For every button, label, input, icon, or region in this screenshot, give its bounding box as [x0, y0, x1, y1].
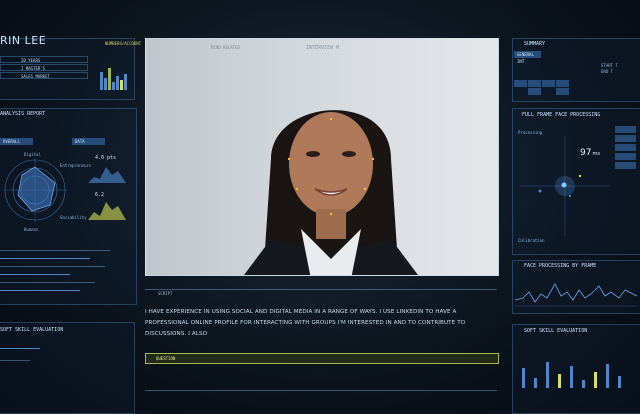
summary-title: SUMMARY	[524, 41, 546, 47]
script-divider	[145, 289, 497, 290]
soft-skill-left-line	[0, 360, 30, 361]
metric-value: 6.2	[95, 192, 105, 198]
face-processing-title: FULL FRAME FACE PROCESSING	[522, 112, 601, 118]
soft-skill-bars	[520, 348, 630, 388]
metric-area-chart	[88, 167, 126, 183]
video-header-left: MIND RELATED	[211, 45, 240, 50]
face-scatter-plot	[520, 136, 610, 236]
transcript-text: I HAVE EXPERIENCE IN USING SOCIAL AND DI…	[145, 309, 466, 337]
profile-list-item[interactable]: I MASTER'S	[0, 64, 88, 71]
frame-processing-title: FACE PROCESSING BY FRAME	[524, 263, 597, 269]
progress-rows	[0, 248, 130, 303]
analysis-tab-overall[interactable]: OVERALL	[0, 138, 33, 145]
question-label: QUESTION	[156, 356, 176, 361]
metric-value: 4.0 pts	[95, 155, 117, 161]
summary-end: END T	[601, 69, 614, 74]
interview-video-feed[interactable]: MIND RELATED INTERVIEW M	[145, 38, 499, 276]
face-processing-top: Processing	[518, 130, 543, 135]
radar-label: Humans	[24, 227, 39, 232]
question-bar[interactable]: QUESTION	[145, 353, 499, 364]
candidate-tag: NUMBERS/ACCOUNT	[105, 41, 142, 46]
video-header-center: INTERVIEW M	[306, 45, 340, 51]
soft-skill-right-title: SOFT SKILL EVALUATION	[524, 328, 588, 334]
profile-histogram	[100, 65, 132, 90]
summary-start: START T	[601, 63, 618, 68]
script-label: SCRIPT	[158, 291, 173, 296]
soft-skill-left-panel	[0, 322, 135, 414]
candidate-name: RIN LEE	[0, 34, 47, 47]
soft-skill-left-line	[0, 348, 40, 349]
summary-badge[interactable]: GENERAL INT	[514, 51, 541, 64]
radar-label: Sociability	[60, 215, 87, 220]
bottom-divider	[145, 390, 497, 391]
frame-processing-waveform	[515, 283, 637, 307]
analysis-tab-data[interactable]: DATA	[72, 138, 105, 145]
soft-skill-left-title: SOFT SKILL EVALUATION	[0, 327, 64, 333]
face-side-bars	[615, 126, 637, 186]
face-processing-bottom: Calibration	[518, 238, 545, 243]
candidate-face	[244, 110, 418, 275]
radar-label: Digital	[24, 152, 41, 157]
metric-area-chart	[88, 202, 126, 220]
analysis-report-title: ANALYSIS REPORT	[0, 111, 46, 117]
summary-grid	[514, 80, 600, 95]
profile-list-item[interactable]: SALES MARKET	[0, 72, 88, 79]
radar-label: Entrepreneurs	[60, 163, 92, 168]
profile-list-item[interactable]: 20 YEARS	[0, 56, 88, 63]
